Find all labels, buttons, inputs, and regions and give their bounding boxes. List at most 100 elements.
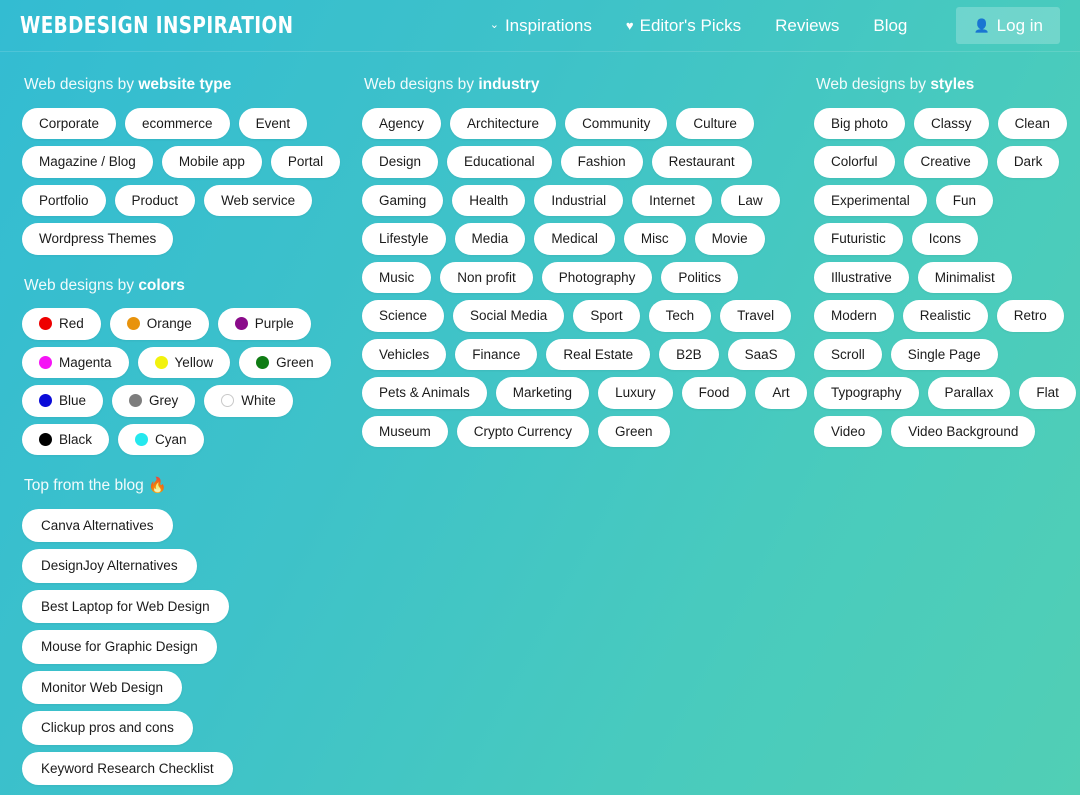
category-chip[interactable]: Dark: [996, 146, 1060, 178]
category-chip[interactable]: Experimental: [814, 184, 927, 217]
nav-item-inspirations[interactable]: ⌄ Inspirations: [490, 17, 592, 34]
category-chip[interactable]: Medical: [534, 223, 615, 255]
category-chip[interactable]: Photography: [541, 261, 653, 294]
color-chip[interactable]: Black: [22, 423, 110, 456]
category-chip[interactable]: Best Laptop for Web Design: [22, 589, 229, 624]
category-chip[interactable]: Restaurant: [651, 146, 752, 178]
category-chip[interactable]: Product: [114, 184, 196, 217]
category-chip[interactable]: Gaming: [362, 184, 444, 217]
category-chip[interactable]: Retro: [996, 300, 1064, 332]
category-chip[interactable]: Event: [238, 107, 308, 140]
category-chip[interactable]: Green: [598, 415, 670, 448]
category-chip[interactable]: Clean: [997, 107, 1067, 140]
chip-label: Movie: [711, 231, 748, 247]
category-chip[interactable]: Crypto Currency: [456, 415, 590, 448]
category-chip[interactable]: ecommerce: [125, 107, 230, 140]
category-chip[interactable]: Vehicles: [362, 338, 447, 371]
category-chip[interactable]: Mouse for Graphic Design: [22, 630, 217, 664]
color-chip[interactable]: Magenta: [22, 346, 129, 379]
category-chip[interactable]: Icons: [911, 223, 979, 255]
category-chip[interactable]: Creative: [903, 146, 988, 178]
category-chip[interactable]: Museum: [362, 415, 448, 448]
category-chip[interactable]: Law: [720, 184, 780, 217]
category-chip[interactable]: Science: [362, 300, 445, 332]
category-chip[interactable]: Wordpress Themes: [22, 223, 174, 255]
category-chip[interactable]: Web service: [204, 184, 313, 217]
category-chip[interactable]: Finance: [455, 338, 538, 371]
category-chip[interactable]: Food: [681, 377, 747, 409]
category-chip[interactable]: Community: [565, 107, 668, 140]
category-chip[interactable]: Parallax: [927, 377, 1011, 409]
category-chip[interactable]: Scroll: [814, 338, 882, 371]
category-chip[interactable]: Tech: [648, 300, 712, 332]
category-chip[interactable]: SaaS: [727, 338, 795, 371]
category-chip[interactable]: B2B: [659, 338, 719, 371]
chip-label: ecommerce: [142, 115, 213, 131]
category-chip[interactable]: Culture: [676, 107, 754, 140]
category-chip[interactable]: Portfolio: [22, 184, 106, 217]
color-chip[interactable]: White: [204, 385, 293, 417]
category-chip[interactable]: DesignJoy Alternatives: [22, 549, 197, 583]
category-chip[interactable]: Architecture: [450, 107, 557, 140]
color-chip[interactable]: Red: [22, 308, 101, 340]
category-chip[interactable]: Mobile app: [161, 146, 262, 178]
category-chip[interactable]: Music: [362, 261, 432, 294]
category-chip[interactable]: Keyword Research Checklist: [22, 751, 233, 786]
category-chip[interactable]: Art: [755, 377, 807, 409]
category-chip[interactable]: Misc: [623, 223, 686, 255]
category-chip[interactable]: Classy: [914, 107, 989, 140]
nav-item-reviews[interactable]: Reviews: [775, 17, 839, 34]
category-chip[interactable]: Typography: [814, 377, 919, 409]
category-chip[interactable]: Media: [454, 223, 526, 255]
category-chip[interactable]: Futuristic: [814, 223, 903, 255]
category-chip[interactable]: Clickup pros and cons: [22, 711, 193, 745]
color-chip[interactable]: Blue: [22, 385, 104, 417]
category-chip[interactable]: Pets & Animals: [362, 377, 487, 409]
category-chip[interactable]: Modern: [814, 300, 894, 332]
category-chip[interactable]: Fashion: [560, 146, 643, 178]
category-chip[interactable]: Lifestyle: [362, 223, 446, 255]
category-chip[interactable]: Real Estate: [546, 338, 651, 371]
category-chip[interactable]: Corporate: [22, 107, 117, 140]
nav-item-editors-picks[interactable]: ♥ Editor's Picks: [626, 17, 741, 34]
category-chip[interactable]: Health: [452, 184, 526, 217]
category-chip[interactable]: Canva Alternatives: [22, 508, 173, 543]
category-chip[interactable]: Marketing: [495, 377, 590, 409]
category-chip[interactable]: Social Media: [453, 300, 565, 332]
category-chip[interactable]: Sport: [573, 300, 640, 332]
category-chip[interactable]: Magazine / Blog: [22, 146, 153, 178]
color-chip[interactable]: Green: [239, 346, 331, 379]
chip-label: Art: [772, 385, 790, 401]
category-chip[interactable]: Politics: [661, 261, 739, 294]
category-chip[interactable]: Portal: [270, 146, 341, 178]
color-chip[interactable]: Yellow: [137, 346, 231, 379]
site-logo[interactable]: WEBDESIGN INSPIRATION: [20, 13, 293, 38]
category-chip[interactable]: Fun: [935, 184, 994, 217]
category-chip[interactable]: Luxury: [598, 377, 673, 409]
category-chip[interactable]: Minimalist: [917, 261, 1012, 294]
category-chip[interactable]: Monitor Web Design: [22, 670, 183, 705]
color-chip[interactable]: Orange: [109, 308, 209, 340]
category-chip[interactable]: Internet: [632, 184, 712, 217]
category-chip[interactable]: Industrial: [534, 184, 624, 217]
category-chip[interactable]: Movie: [694, 223, 765, 255]
category-chip[interactable]: Flat: [1019, 377, 1076, 409]
category-chip[interactable]: Single Page: [890, 338, 998, 371]
category-chip[interactable]: Educational: [447, 146, 552, 178]
category-chip[interactable]: Illustrative: [814, 261, 909, 294]
color-chip[interactable]: Purple: [217, 308, 311, 340]
category-chip[interactable]: Video: [814, 415, 883, 448]
chip-label: Lifestyle: [379, 231, 429, 247]
nav-item-blog[interactable]: Blog: [873, 17, 907, 34]
category-chip[interactable]: Video Background: [891, 415, 1036, 448]
color-chip[interactable]: Cyan: [118, 423, 204, 456]
login-button[interactable]: 👤 Log in: [956, 7, 1060, 44]
category-chip[interactable]: Big photo: [814, 107, 906, 140]
category-chip[interactable]: Colorful: [814, 146, 895, 178]
category-chip[interactable]: Design: [362, 146, 439, 178]
category-chip[interactable]: Travel: [720, 300, 792, 332]
color-chip[interactable]: Grey: [112, 385, 196, 417]
category-chip[interactable]: Realistic: [902, 300, 988, 332]
category-chip[interactable]: Non profit: [440, 261, 533, 294]
category-chip[interactable]: Agency: [362, 107, 442, 140]
